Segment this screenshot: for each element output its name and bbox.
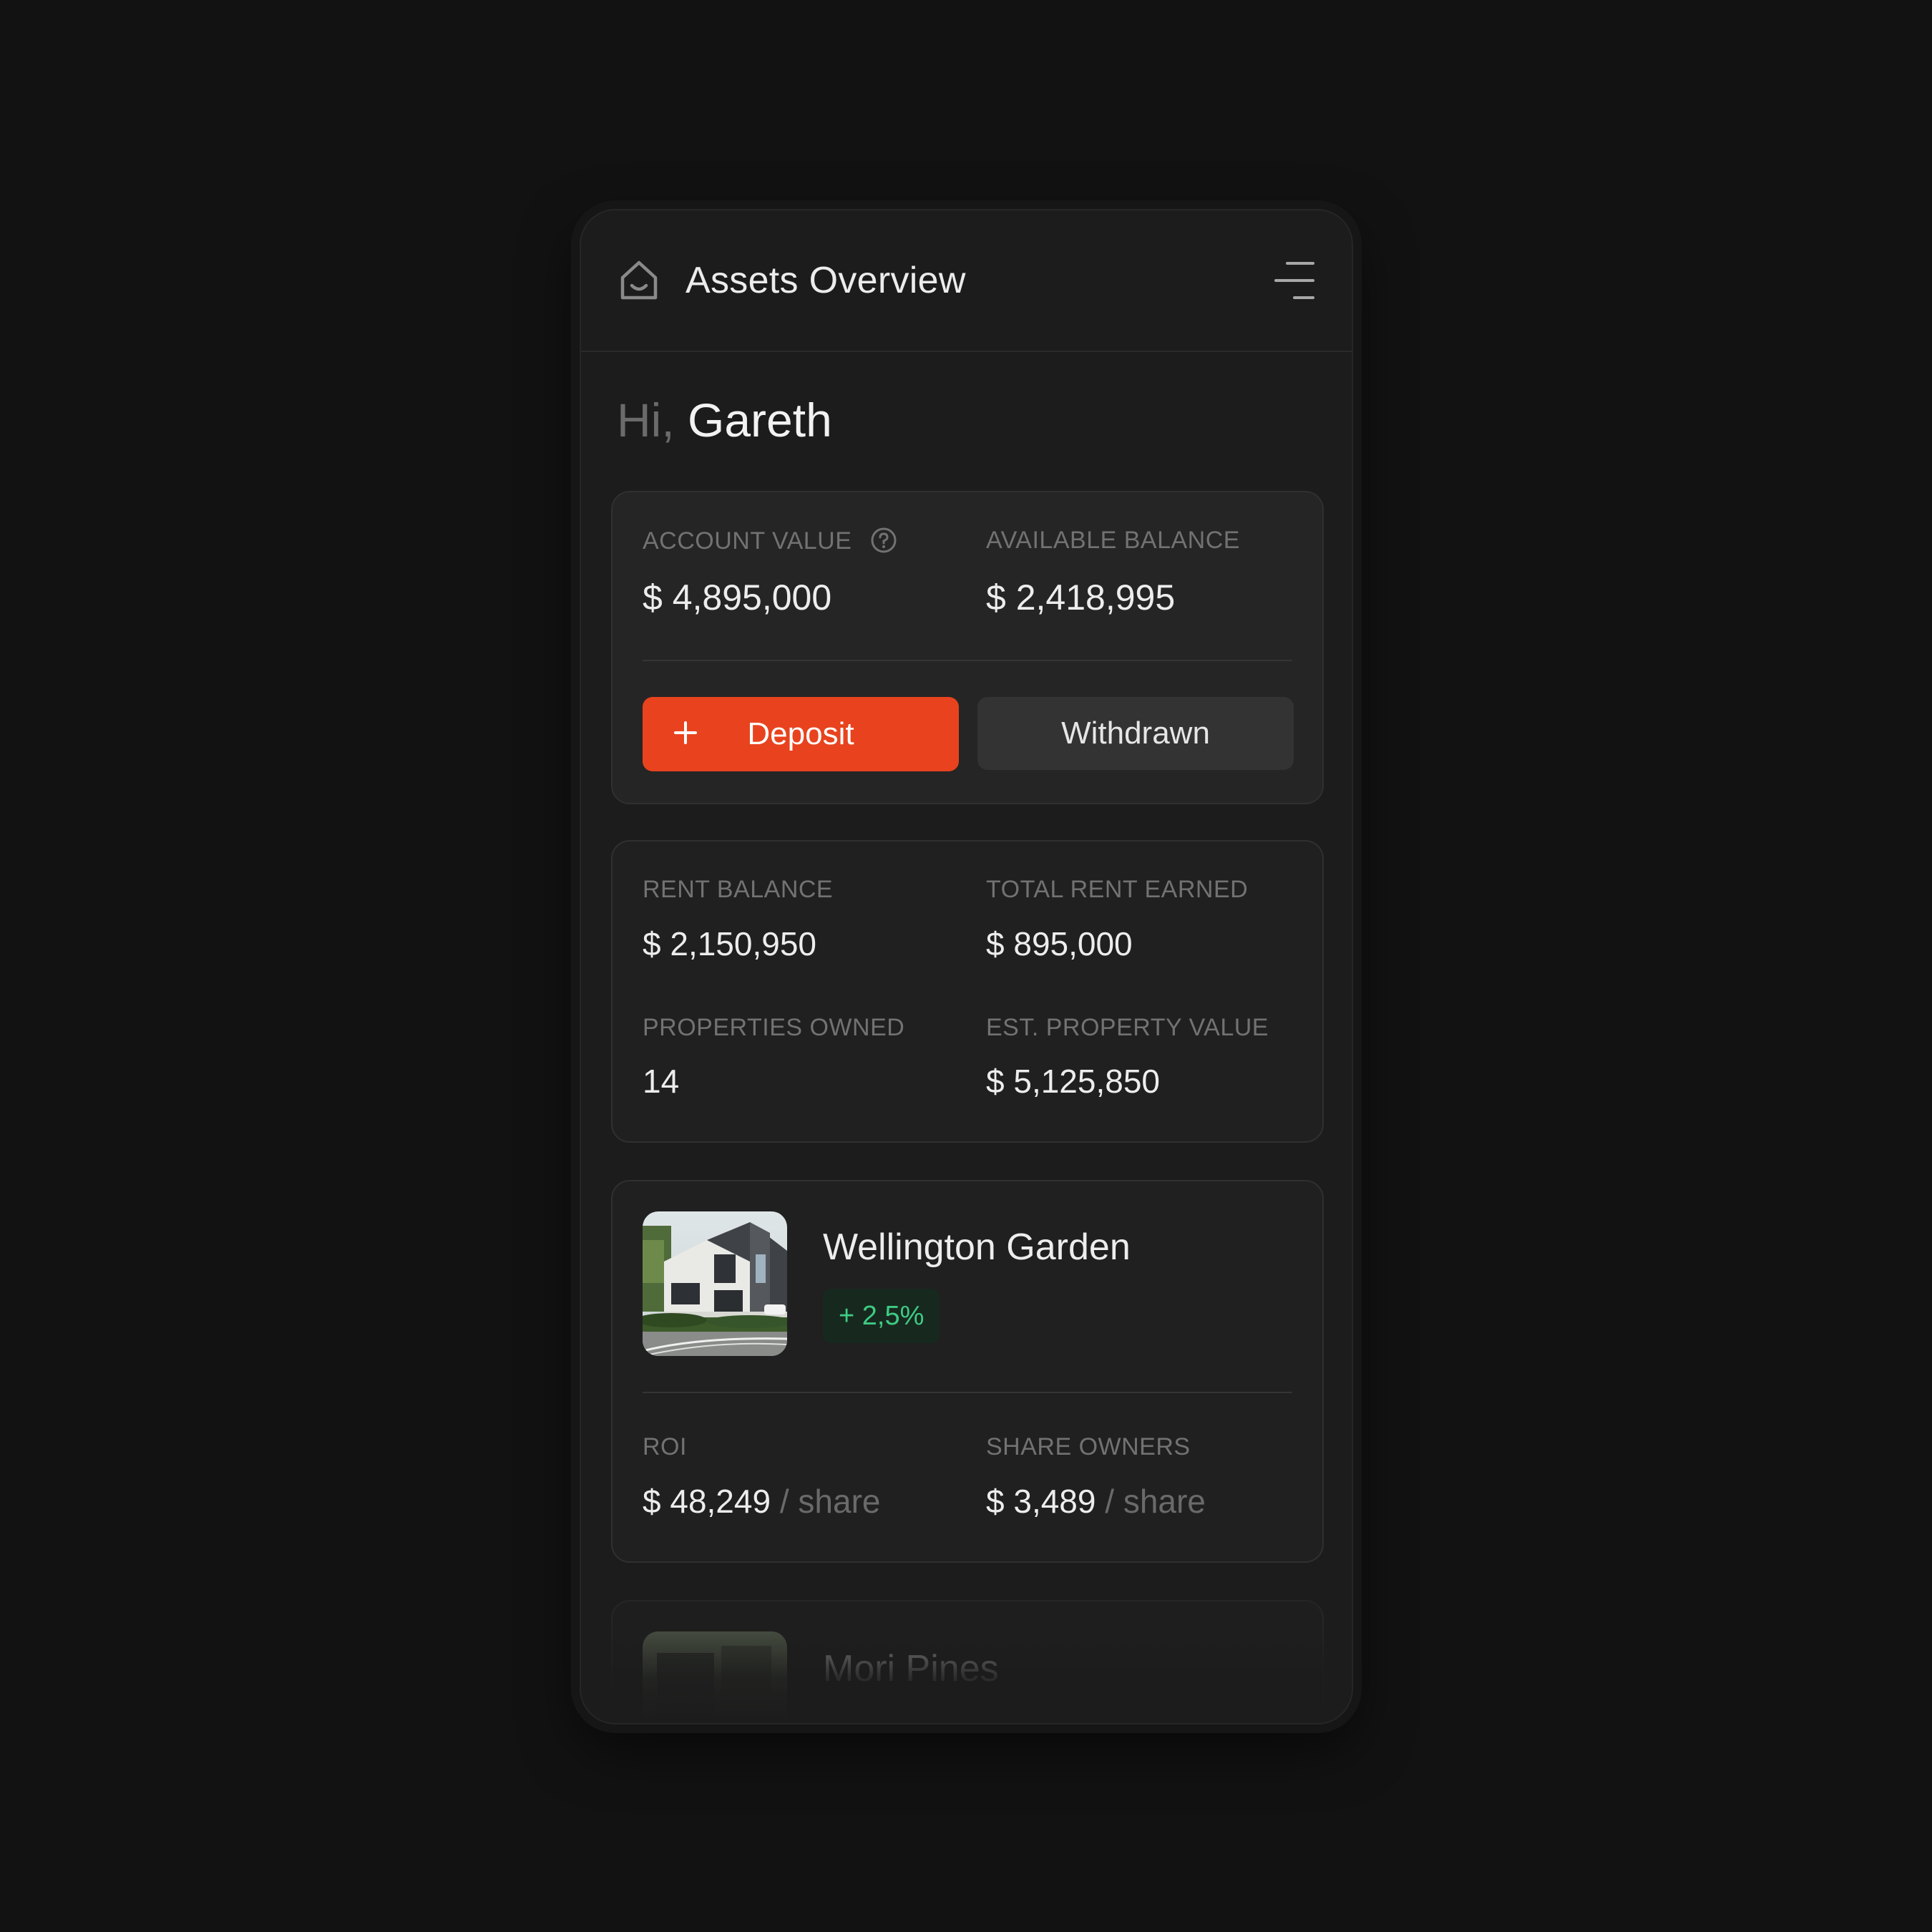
- share-owners-label: SHARE OWNERS: [986, 1433, 1191, 1460]
- property-card[interactable]: Mori Pines: [611, 1600, 1324, 1723]
- withdraw-label: Withdrawn: [1061, 716, 1210, 751]
- property-name: Wellington Garden: [823, 1226, 1131, 1268]
- plus-icon: [668, 716, 703, 750]
- menu-icon[interactable]: [1274, 262, 1314, 299]
- property-name: Mori Pines: [823, 1648, 999, 1689]
- stats-card: RENT BALANCE TOTAL RENT EARNED $ 2,150,9…: [611, 840, 1324, 1143]
- home-icon[interactable]: [617, 258, 661, 303]
- properties-owned-value: 14: [643, 1063, 680, 1100]
- property-image: [643, 1211, 787, 1356]
- share-owners-value: $ 3,489: [986, 1483, 1096, 1520]
- property-image: [643, 1631, 787, 1723]
- account-value-label-row: ACCOUNT VALUE: [643, 527, 897, 555]
- withdraw-button[interactable]: Withdrawn: [977, 697, 1294, 770]
- account-value: $ 4,895,000: [643, 577, 832, 618]
- divider: [643, 660, 1292, 661]
- available-balance-label: AVAILABLE BALANCE: [986, 527, 1240, 554]
- change-badge: + 2,5%: [823, 1289, 940, 1343]
- account-value-label: ACCOUNT VALUE: [643, 527, 852, 555]
- rent-balance-label: RENT BALANCE: [643, 876, 834, 903]
- est-property-value-label: EST. PROPERTY VALUE: [986, 1014, 1269, 1041]
- total-rent-label: TOTAL RENT EARNED: [986, 876, 1249, 903]
- roi-label: ROI: [643, 1433, 687, 1460]
- account-card: ACCOUNT VALUE AVAILABLE BALANCE $ 4,895,…: [611, 491, 1324, 804]
- property-card[interactable]: Wellington Garden + 2,5% ROI SHARE OWNER…: [611, 1180, 1324, 1563]
- phone-frame: Assets Overview Hi, Gareth ACCOUNT VALUE…: [580, 209, 1353, 1724]
- user-name: Gareth: [688, 394, 832, 447]
- deposit-label: Deposit: [747, 716, 854, 751]
- greeting-prefix: Hi,: [617, 394, 675, 447]
- app-header: Assets Overview: [581, 210, 1352, 352]
- greeting: Hi, Gareth: [617, 393, 832, 447]
- roi-value-row: $ 48,249 / share: [643, 1482, 880, 1521]
- divider: [643, 1392, 1292, 1393]
- total-rent-value: $ 895,000: [986, 925, 1133, 962]
- roi-unit: / share: [779, 1483, 881, 1520]
- share-owners-unit: / share: [1105, 1483, 1206, 1520]
- est-property-value: $ 5,125,850: [986, 1063, 1161, 1100]
- share-owners-value-row: $ 3,489 / share: [986, 1482, 1206, 1521]
- properties-owned-label: PROPERTIES OWNED: [643, 1014, 905, 1041]
- rent-balance-value: $ 2,150,950: [643, 925, 817, 962]
- help-icon[interactable]: [870, 527, 897, 554]
- roi-value: $ 48,249: [643, 1483, 771, 1520]
- deposit-button[interactable]: Deposit: [643, 697, 959, 771]
- page-title: Assets Overview: [686, 260, 966, 301]
- available-balance-value: $ 2,418,995: [986, 577, 1176, 618]
